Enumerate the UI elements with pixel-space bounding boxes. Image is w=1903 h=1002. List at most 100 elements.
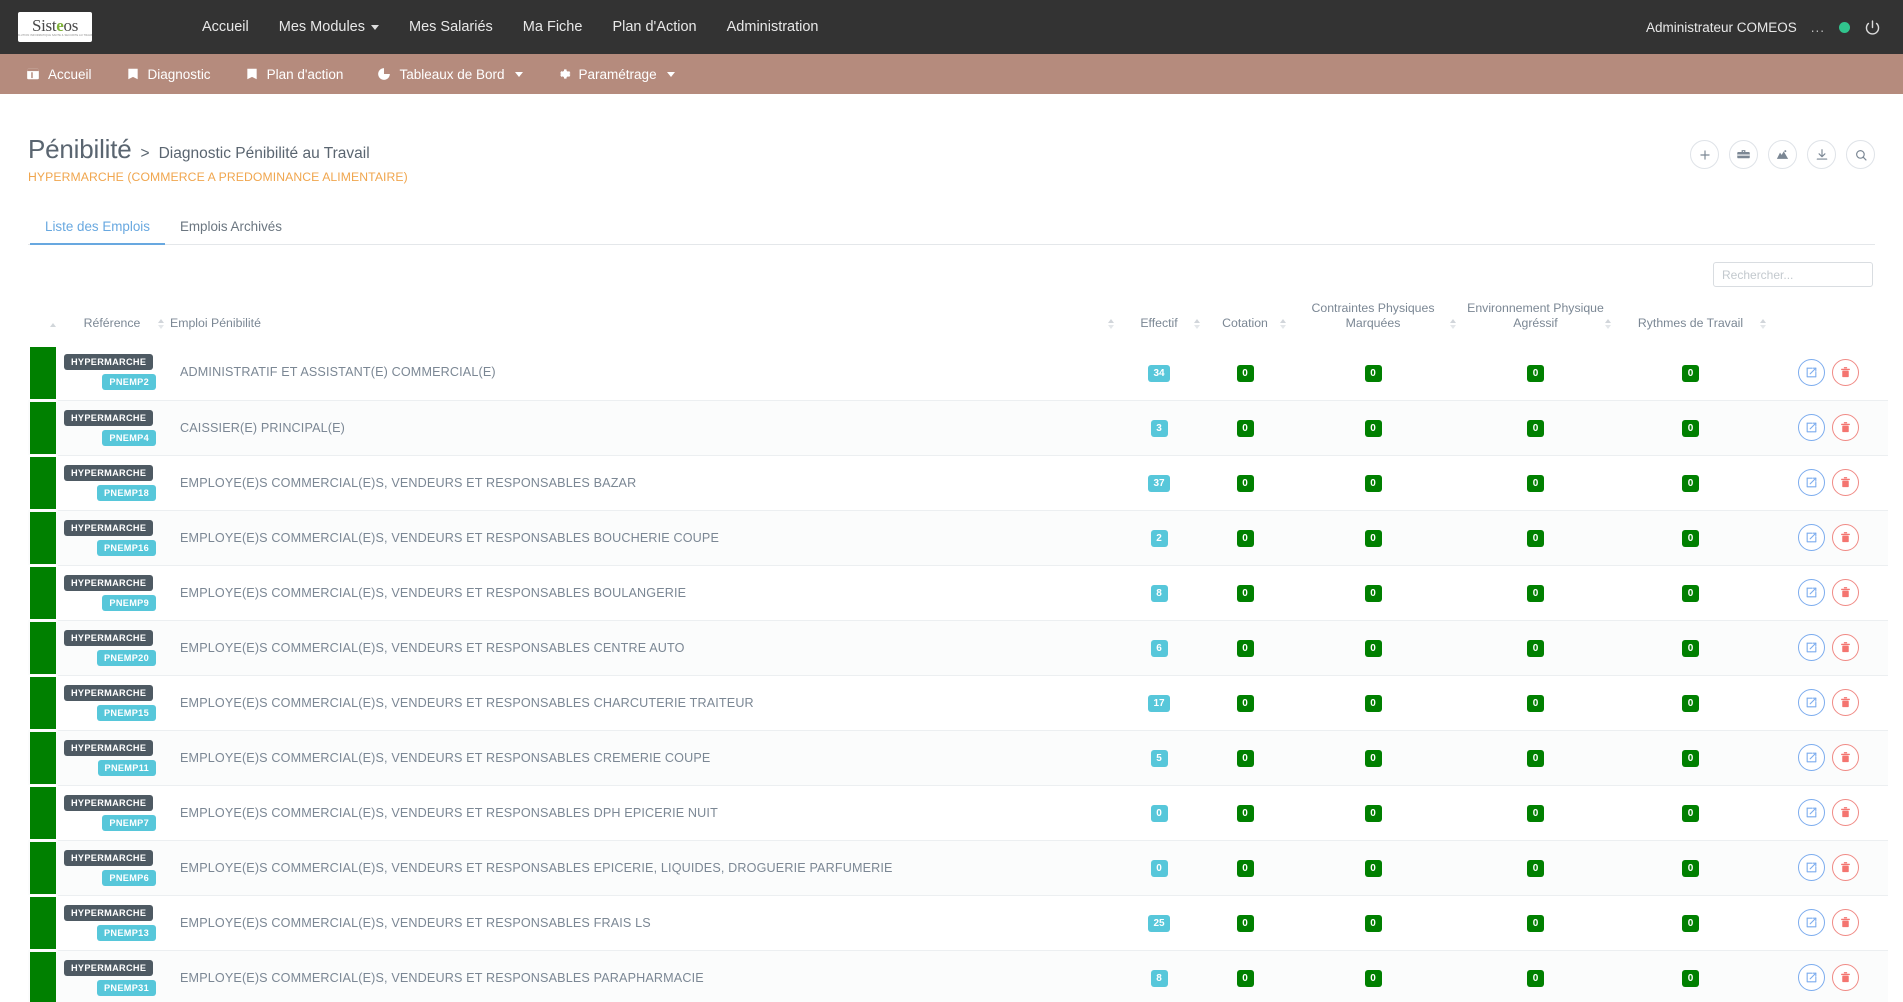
cotation-badge: 0 <box>1236 475 1254 492</box>
sisteos-logo[interactable]: Sisteos SOLUTION INFORMATIQUE SANTE & SE… <box>18 12 92 42</box>
export-button[interactable] <box>1807 140 1836 169</box>
nav-item-mes-salaries[interactable]: Mes Salariés <box>409 19 493 35</box>
power-icon[interactable] <box>1864 19 1881 36</box>
reference-badge: PNEMP16 <box>97 539 156 556</box>
table-row[interactable]: HYPERMARCHE PNEMP4 CAISSIER(E) PRINCIPAL(E… <box>28 400 1888 456</box>
column-header-emploi[interactable]: Emploi Pénibilité <box>166 295 1116 345</box>
user-menu-ellipsis[interactable]: ... <box>1811 20 1825 35</box>
subnav-label: Paramétrage <box>578 66 657 82</box>
table-row[interactable]: HYPERMARCHE PNEMP13 EMPLOYE(E)S COMMERCIAL… <box>28 895 1888 951</box>
environnement-cell: 0 <box>1458 455 1613 511</box>
table-row[interactable]: HYPERMARCHE PNEMP20 EMPLOYE(E)S COMMERCIAL… <box>28 620 1888 676</box>
delete-row-button[interactable] <box>1831 854 1859 881</box>
environnement-badge: 0 <box>1527 640 1544 657</box>
delete-row-button[interactable] <box>1831 689 1859 716</box>
edit-row-button[interactable] <box>1797 689 1825 716</box>
edit-row-button[interactable] <box>1797 524 1825 551</box>
column-header-rythmes[interactable]: Rythmes de Travail <box>1613 295 1768 345</box>
actions-cell <box>1768 675 1888 731</box>
table-row[interactable]: HYPERMARCHE PNEMP16 EMPLOYE(E)S COMMERCIAL… <box>28 510 1888 566</box>
rythmes-badge: 0 <box>1682 860 1699 877</box>
table-row[interactable]: HYPERMARCHE PNEMP11 EMPLOYE(E)S COMMERCIAL… <box>28 730 1888 786</box>
nav-item-administration[interactable]: Administration <box>727 19 819 35</box>
table-row[interactable]: HYPERMARCHE PNEMP6 EMPLOYE(E)S COMMERCIAL(… <box>28 840 1888 896</box>
subnav-item-accueil[interactable]: Accueil <box>26 67 92 82</box>
column-header-environnement[interactable]: Environnement Physique Agréssif <box>1458 295 1613 345</box>
edit-row-button[interactable] <box>1797 358 1825 386</box>
column-header-status[interactable] <box>28 295 58 345</box>
rythmes-cell: 0 <box>1613 345 1768 401</box>
rythmes-cell: 0 <box>1613 730 1768 786</box>
delete-row-button[interactable] <box>1831 909 1859 936</box>
search-button[interactable] <box>1846 140 1875 169</box>
report-button[interactable] <box>1768 140 1797 169</box>
rythmes-badge: 0 <box>1682 475 1699 492</box>
edit-row-button[interactable] <box>1797 579 1825 606</box>
column-header-contraintes[interactable]: Contraintes Physiques Marquées <box>1288 295 1458 345</box>
edit-row-button[interactable] <box>1797 634 1825 661</box>
nav-item-plan-daction[interactable]: Plan d'Action <box>612 19 696 35</box>
add-button[interactable] <box>1690 140 1719 169</box>
edit-row-button[interactable] <box>1797 744 1825 771</box>
delete-row-button[interactable] <box>1831 634 1859 661</box>
row-status-bar-cell <box>28 620 58 675</box>
table-header-row: Référence Emploi Pénibilité Effectif Cot… <box>28 295 1888 345</box>
column-header-effectif[interactable]: Effectif <box>1116 295 1202 345</box>
edit-row-button[interactable] <box>1797 414 1825 441</box>
subnav-label: Plan d'action <box>266 66 344 82</box>
delete-row-button[interactable] <box>1831 964 1859 991</box>
column-header-reference[interactable]: Référence <box>58 295 166 345</box>
reference-cell: HYPERMARCHE PNEMP16 <box>58 510 166 566</box>
delete-row-button[interactable] <box>1831 744 1859 771</box>
cotation-cell: 0 <box>1202 345 1288 401</box>
rythmes-cell: 0 <box>1613 455 1768 511</box>
user-area: Administrateur COMEOS ... <box>1646 0 1881 54</box>
table-row[interactable]: HYPERMARCHE PNEMP2 ADMINISTRATIF ET ASSIST… <box>28 345 1888 401</box>
edit-row-button[interactable] <box>1797 909 1825 936</box>
delete-row-button[interactable] <box>1831 579 1859 606</box>
search-input[interactable] <box>1713 262 1873 287</box>
row-status-bar-cell <box>28 840 58 895</box>
delete-row-button[interactable] <box>1831 799 1859 826</box>
edit-row-button[interactable] <box>1797 854 1825 881</box>
subnav-item-plan-daction[interactable]: Plan d'action <box>245 66 344 82</box>
emploi-cell: EMPLOYE(E)S COMMERCIAL(E)S, VENDEURS ET … <box>166 620 1116 676</box>
edit-row-button[interactable] <box>1797 964 1825 991</box>
archive-button[interactable] <box>1729 140 1758 169</box>
rythmes-cell: 0 <box>1613 785 1768 841</box>
delete-row-button[interactable] <box>1831 524 1859 551</box>
environnement-badge: 0 <box>1527 585 1544 602</box>
edit-row-button[interactable] <box>1797 469 1825 496</box>
table-row[interactable]: HYPERMARCHE PNEMP9 EMPLOYE(E)S COMMERCIAL(… <box>28 565 1888 621</box>
table-row[interactable]: HYPERMARCHE PNEMP18 EMPLOYE(E)S COMMERCIAL… <box>28 455 1888 511</box>
emploi-label: ADMINISTRATIF ET ASSISTANT(E) COMMERCIAL… <box>180 365 496 380</box>
effectif-cell: 25 <box>1116 895 1202 951</box>
column-header-cotation[interactable]: Cotation <box>1202 295 1288 345</box>
organisation-label: HYPERMARCHE (COMMERCE A PREDOMINANCE ALI… <box>28 170 408 184</box>
subnav-item-diagnostic[interactable]: Diagnostic <box>126 67 211 82</box>
environnement-cell: 0 <box>1458 730 1613 786</box>
table-row[interactable]: HYPERMARCHE PNEMP31 EMPLOYE(E)S COMMERCIAL… <box>28 950 1888 1002</box>
edit-row-button[interactable] <box>1797 799 1825 826</box>
user-name[interactable]: Administrateur COMEOS <box>1646 20 1797 35</box>
delete-row-button[interactable] <box>1831 414 1859 441</box>
effectif-badge: 0 <box>1150 860 1168 877</box>
status-bar <box>30 346 56 399</box>
delete-row-button[interactable] <box>1831 469 1859 496</box>
cotation-cell: 0 <box>1202 510 1288 566</box>
table-row[interactable]: HYPERMARCHE PNEMP7 EMPLOYE(E)S COMMERCIAL(… <box>28 785 1888 841</box>
emploi-cell: EMPLOYE(E)S COMMERCIAL(E)S, VENDEURS ET … <box>166 950 1116 1002</box>
tab-emplois-archives[interactable]: Emplois Archivés <box>165 210 297 244</box>
nav-item-ma-fiche[interactable]: Ma Fiche <box>523 19 583 35</box>
nav-item-accueil[interactable]: Accueil <box>202 19 249 35</box>
column-label: Emploi Pénibilité <box>170 316 261 330</box>
rythmes-badge: 0 <box>1682 695 1699 712</box>
nav-item-mes-modules[interactable]: Mes Modules <box>279 19 379 35</box>
status-bar <box>30 566 56 619</box>
subnav-item-parametrage[interactable]: Paramétrage <box>557 67 675 82</box>
table-row[interactable]: HYPERMARCHE PNEMP15 EMPLOYE(E)S COMMERCIAL… <box>28 675 1888 731</box>
subnav-item-tableaux-de-bord[interactable]: Tableaux de Bord <box>377 67 523 82</box>
delete-row-button[interactable] <box>1831 358 1859 386</box>
tab-liste-des-emplois[interactable]: Liste des Emplois <box>30 210 165 245</box>
chevron-down-icon <box>666 71 675 77</box>
